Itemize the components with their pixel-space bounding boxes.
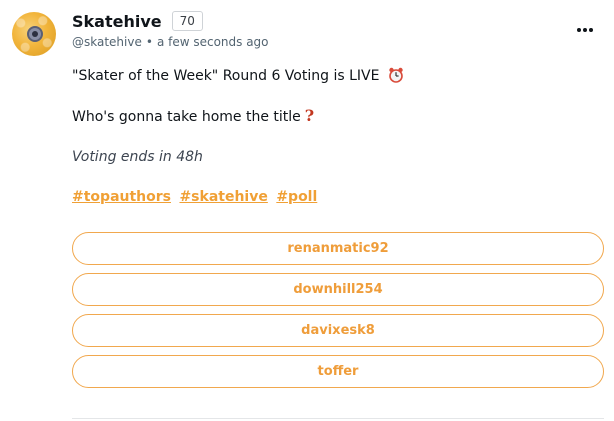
- more-horizontal-icon-dot: [583, 28, 587, 32]
- author-display-name[interactable]: Skatehive: [72, 12, 162, 31]
- post-line-1: "Skater of the Week" Round 6 Voting is L…: [72, 66, 602, 86]
- poll: renanmatic92 downhill254 davixesk8 toffe…: [72, 232, 604, 396]
- hashtag-link[interactable]: #poll: [276, 189, 317, 205]
- bee-eye-icon: [27, 26, 43, 42]
- avatar[interactable]: [12, 12, 56, 56]
- author-meta: @skatehive • a few seconds ago: [72, 35, 269, 49]
- hashtag-link[interactable]: #skatehive: [179, 189, 267, 205]
- author-name-row: Skatehive 70: [72, 11, 203, 31]
- poll-option[interactable]: renanmatic92: [72, 232, 604, 265]
- post-body: "Skater of the Week" Round 6 Voting is L…: [72, 66, 602, 227]
- hashtag-link[interactable]: #topauthors: [72, 189, 171, 205]
- hashtag-list: #topauthors #skatehive #poll: [72, 187, 602, 207]
- post-line-1-text: "Skater of the Week" Round 6 Voting is L…: [72, 68, 380, 84]
- more-horizontal-icon-dot: [589, 28, 593, 32]
- more-options-button[interactable]: [574, 20, 596, 40]
- alarm-clock-icon: [389, 67, 403, 83]
- post-line-2-text: Who's gonna take home the title: [72, 109, 301, 125]
- post-card: Skatehive 70 @skatehive • a few seconds …: [0, 0, 614, 421]
- reputation-badge: 70: [171, 11, 203, 31]
- poll-option[interactable]: downhill254: [72, 273, 604, 306]
- meta-separator: •: [145, 35, 153, 49]
- author-handle[interactable]: @skatehive: [72, 35, 142, 49]
- question-mark-icon: ?: [304, 106, 315, 125]
- more-horizontal-icon: [577, 28, 581, 32]
- divider: [72, 418, 604, 419]
- post-timestamp[interactable]: a few seconds ago: [157, 35, 269, 49]
- post-line-3: Voting ends in 48h: [72, 149, 203, 165]
- poll-option[interactable]: toffer: [72, 355, 604, 388]
- post-line-2: Who's gonna take home the title?: [72, 106, 602, 127]
- poll-option[interactable]: davixesk8: [72, 314, 604, 347]
